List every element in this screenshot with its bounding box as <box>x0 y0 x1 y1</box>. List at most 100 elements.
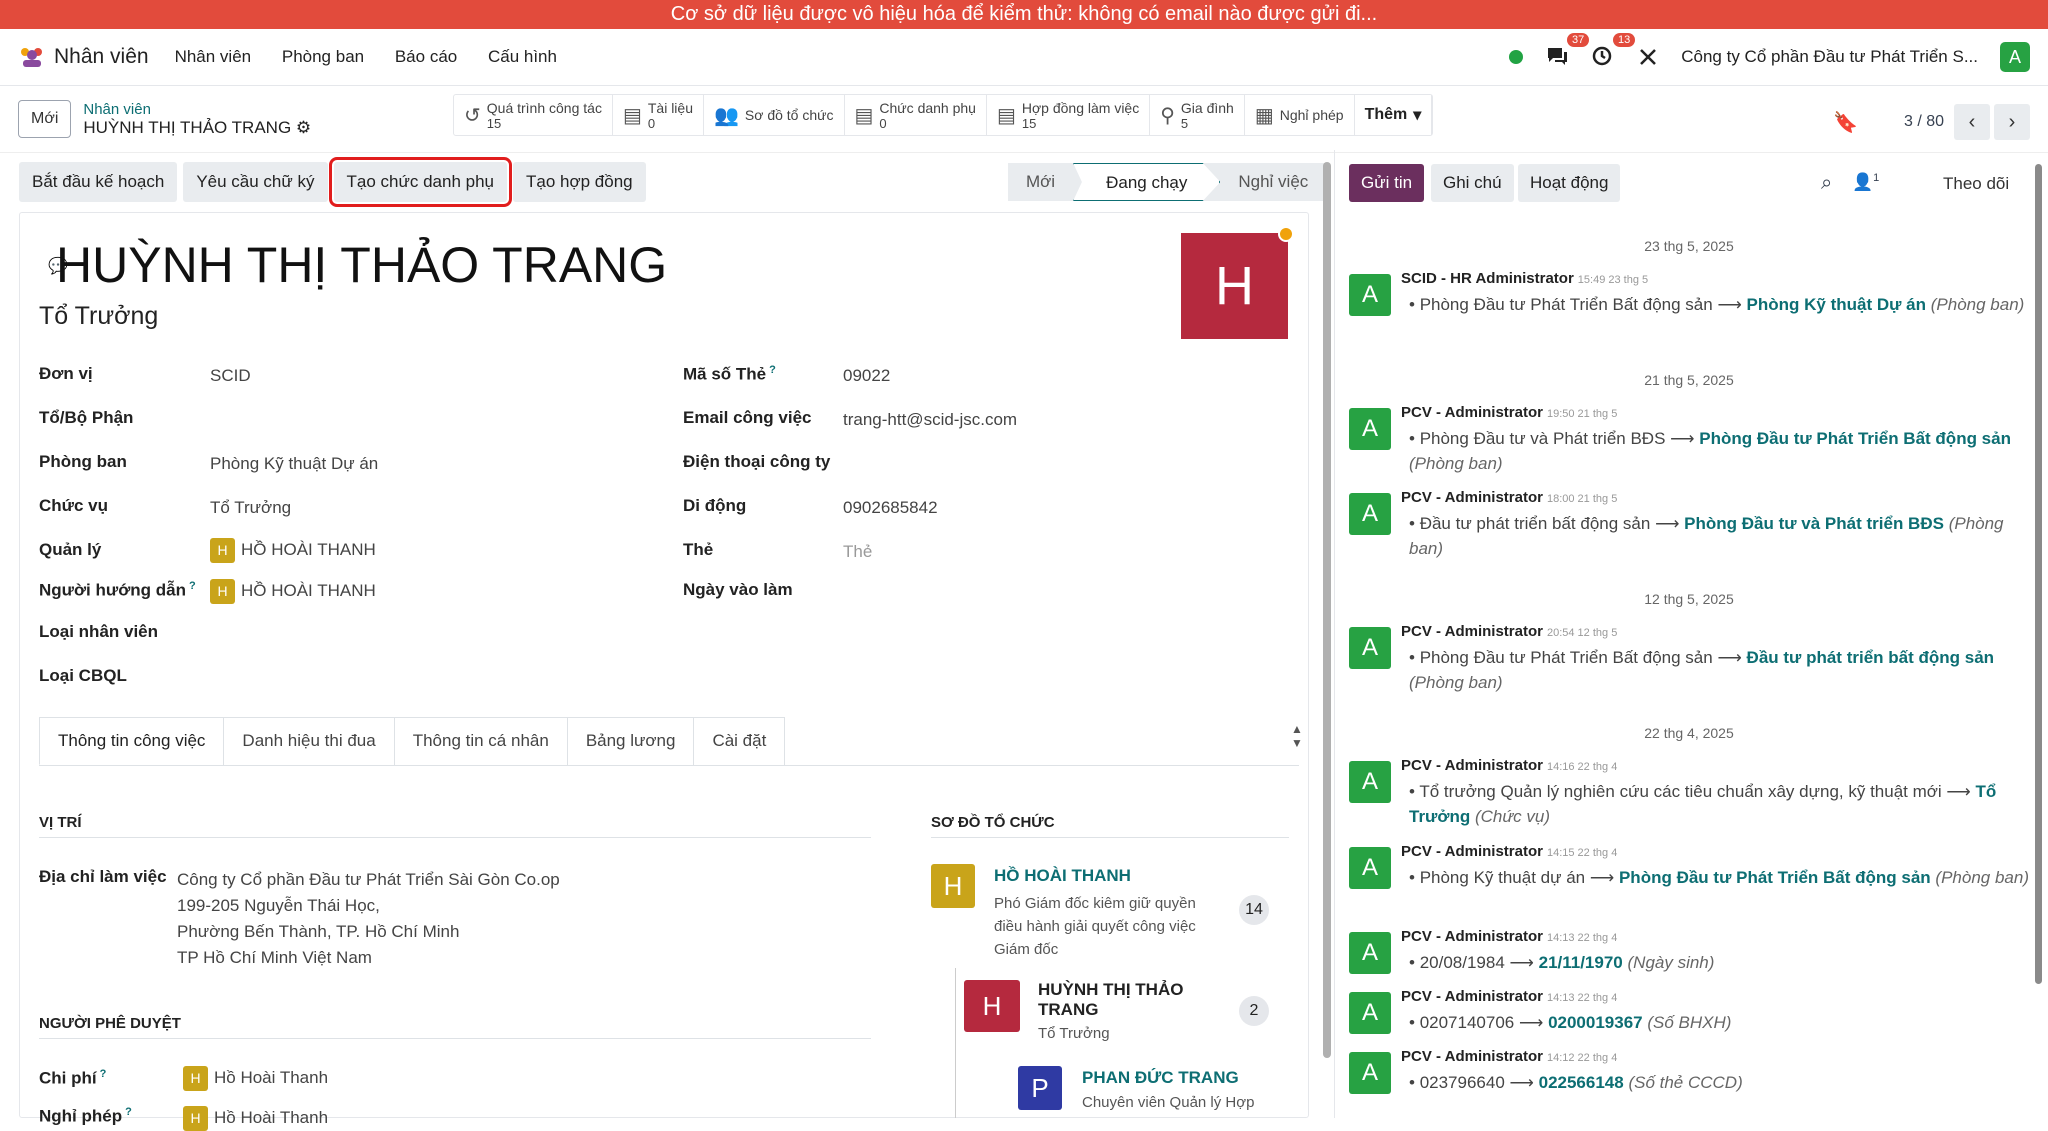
create-sub-position-button[interactable]: Tạo chức danh phụ <box>328 157 512 207</box>
tab-work-info[interactable]: Thông tin công việc <box>39 717 225 765</box>
status-new[interactable]: Mới <box>1008 163 1073 201</box>
org-manager-count[interactable]: 14 <box>1239 895 1269 925</box>
work-email-value[interactable]: trang-htt@scid-jsc.com <box>843 410 1017 430</box>
author-avatar[interactable]: A <box>1349 932 1391 974</box>
org-self-avatar[interactable]: H <box>964 980 1020 1032</box>
author-avatar[interactable]: A <box>1349 761 1391 803</box>
author-name[interactable]: PCV - Administrator <box>1401 928 1543 945</box>
request-signature-button[interactable]: Yêu cầu chữ ký <box>183 162 328 202</box>
author-name[interactable]: PCV - Administrator <box>1401 623 1543 640</box>
section-org-chart: SƠ ĐỒ TỔ CHỨC <box>931 814 1289 838</box>
author-avatar[interactable]: A <box>1349 1052 1391 1094</box>
gear-icon[interactable]: ⚙ <box>296 118 311 137</box>
tags-input[interactable]: Thẻ <box>843 542 872 562</box>
author-name[interactable]: PCV - Administrator <box>1401 489 1543 506</box>
start-plan-button[interactable]: Bắt đầu kế hoạch <box>19 162 178 202</box>
stat-count: 15 <box>486 115 502 131</box>
status-resigned[interactable]: Nghỉ việc <box>1220 163 1326 201</box>
stat-contracts[interactable]: ▤ Hợp đồng làm việc 15 <box>987 95 1151 135</box>
author-name[interactable]: PCV - Administrator <box>1401 843 1543 860</box>
tab-settings[interactable]: Cài đặt <box>693 717 786 765</box>
followers-button[interactable]: 👤1 <box>1852 172 1879 193</box>
tab-payroll[interactable]: Bảng lương <box>566 717 695 765</box>
author-name[interactable]: PCV - Administrator <box>1401 757 1543 774</box>
activities-button[interactable]: 13 <box>1591 33 1636 69</box>
manager-value[interactable]: H HỒ HOÀI THANH <box>210 538 376 563</box>
card-no-value[interactable]: 09022 <box>843 366 890 386</box>
help-icon[interactable]: ? <box>122 1106 132 1118</box>
smart-buttons: ↺ Quá trình công tác 15 ▤ Tài liệu 0 👥 Sơ đồ … <box>453 94 1434 136</box>
author-name[interactable]: PCV - Administrator <box>1401 988 1543 1005</box>
tracking-value: • 0207140706 ⟶ 0200019367 (Số BHXH) <box>1409 1013 1732 1032</box>
org-manager-avatar[interactable]: H <box>931 864 975 908</box>
new-button[interactable]: Mới <box>18 100 72 138</box>
author-avatar[interactable]: A <box>1349 274 1391 316</box>
employee-job-title[interactable]: Tổ Trưởng <box>39 302 158 331</box>
bookmark-icon[interactable]: 🔖 <box>1833 110 1858 135</box>
user-avatar[interactable]: A <box>2000 42 2030 72</box>
position-value[interactable]: Tổ Trưởng <box>210 498 291 518</box>
coach-value[interactable]: H HỒ HOÀI THANH <box>210 579 376 604</box>
help-icon[interactable]: ? <box>766 364 776 376</box>
org-sub-name[interactable]: PHAN ĐỨC TRANG <box>1082 1068 1239 1088</box>
mobile-value[interactable]: 0902685842 <box>843 498 938 518</box>
follow-button[interactable]: Theo dõi <box>1943 174 2009 194</box>
author-name[interactable]: PCV - Administrator <box>1401 404 1543 421</box>
chatter-scrollbar[interactable] <box>2035 164 2042 984</box>
search-icon[interactable]: ⌕ <box>1821 172 1832 195</box>
scroll-arrows-icon[interactable]: ▲ ▼ <box>1291 722 1303 750</box>
stat-family[interactable]: ⚲ Gia đình 5 <box>1150 95 1245 135</box>
activity-button[interactable]: Hoạt động <box>1518 164 1621 202</box>
status-running[interactable]: Đang chạy <box>1073 163 1221 201</box>
employee-name[interactable]: HUỲNH THỊ THẢO TRANG <box>56 236 667 294</box>
app-home[interactable]: Nhân viên <box>18 45 149 69</box>
create-contract-button[interactable]: Tạo hợp đồng <box>512 162 646 202</box>
unit-value[interactable]: SCID <box>210 366 251 386</box>
work-address-value[interactable]: Công ty Cổ phần Đầu tư Phát Triển Sài Gò… <box>177 867 560 971</box>
org-sub-avatar[interactable]: P <box>1018 1066 1062 1110</box>
next-record-button[interactable]: › <box>1994 104 2030 140</box>
form-scrollbar[interactable] <box>1323 162 1331 1058</box>
author-name[interactable]: PCV - Administrator <box>1401 1048 1543 1065</box>
help-icon[interactable]: ? <box>97 1068 107 1080</box>
company-switcher[interactable]: Công ty Cổ phần Đầu tư Phát Triển S... <box>1681 47 1978 67</box>
field-label: Người hướng dẫn ? <box>39 580 196 601</box>
author-name[interactable]: SCID - HR Administrator <box>1401 270 1574 287</box>
cost-approver-value[interactable]: H Hồ Hoài Thanh <box>183 1066 328 1091</box>
department-value[interactable]: Phòng Kỹ thuật Dự án <box>210 454 378 474</box>
log-note-button[interactable]: Ghi chú <box>1431 164 1514 202</box>
tab-personal-info[interactable]: Thông tin cá nhân <box>393 717 568 765</box>
author-avatar[interactable]: A <box>1349 408 1391 450</box>
menu-config[interactable]: Cấu hình <box>488 47 557 66</box>
employee-avatar[interactable]: H <box>1181 233 1288 339</box>
tools-icon[interactable] <box>1637 46 1659 68</box>
author-avatar[interactable]: A <box>1349 992 1391 1034</box>
leave-approver-value[interactable]: H Hồ Hoài Thanh <box>183 1106 328 1131</box>
stat-org-chart[interactable]: 👥 Sơ đồ tổ chức <box>704 95 845 135</box>
menu-employees[interactable]: Nhân viên <box>175 47 252 66</box>
avatar: H <box>210 579 235 604</box>
field-label: Nghỉ phép ? <box>39 1106 132 1127</box>
stat-sub-positions[interactable]: ▤ Chức danh phụ 0 <box>845 95 987 135</box>
stat-documents[interactable]: ▤ Tài liệu 0 <box>613 95 704 135</box>
stat-leave[interactable]: ▦ Nghỉ phép <box>1245 95 1355 135</box>
send-message-button[interactable]: Gửi tin <box>1349 164 1425 202</box>
field-label: Email công việc <box>683 408 812 427</box>
stat-work-history[interactable]: ↺ Quá trình công tác 15 <box>454 95 613 135</box>
tab-awards[interactable]: Danh hiệu thi đua <box>223 717 395 765</box>
menu-reports[interactable]: Báo cáo <box>395 47 457 66</box>
prev-record-button[interactable]: ‹ <box>1954 104 1990 140</box>
menu-departments[interactable]: Phòng ban <box>282 47 364 66</box>
author-avatar[interactable]: A <box>1349 847 1391 889</box>
org-self-count[interactable]: 2 <box>1239 996 1269 1026</box>
author-avatar[interactable]: A <box>1349 493 1391 535</box>
org-manager-name[interactable]: HỒ HOÀI THANH <box>994 866 1131 886</box>
author-avatar[interactable]: A <box>1349 627 1391 669</box>
breadcrumb-parent[interactable]: Nhân viên <box>83 101 311 118</box>
more-dropdown[interactable]: Thêm ▾ <box>1355 95 1433 135</box>
status-online-icon[interactable] <box>1509 50 1524 64</box>
leave-approver-name: Hồ Hoài Thanh <box>214 1107 329 1127</box>
help-icon[interactable]: ? <box>186 580 196 592</box>
pager-value[interactable]: 3 / 80 <box>1904 113 1944 131</box>
messages-button[interactable]: 37 <box>1545 33 1590 69</box>
